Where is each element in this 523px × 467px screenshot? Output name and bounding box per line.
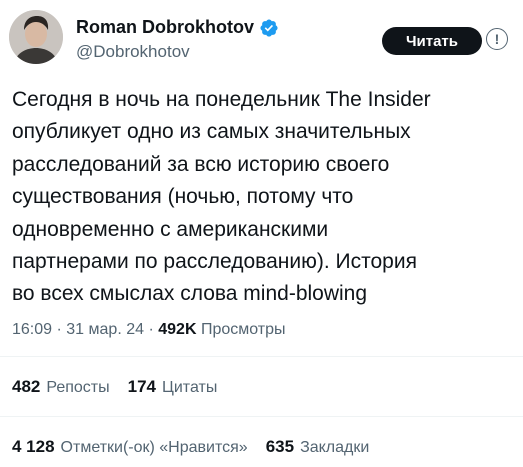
tweet-card: Roman Dobrokhotov @Dobrokhotov Читать ! … <box>0 0 523 467</box>
tweet-line: одновременно с американскими <box>12 217 329 241</box>
author-handle[interactable]: @Dobrokhotov <box>76 42 190 62</box>
tweet-date[interactable]: 31 мар. 24 <box>66 321 144 338</box>
avatar-photo <box>9 10 63 64</box>
bookmarks-label: Закладки <box>300 439 370 456</box>
tweet-text: Сегодня в ночь на понедельник The Inside… <box>12 84 518 311</box>
views-count: 492K <box>158 321 197 338</box>
reposts-stat[interactable]: 482 Репосты <box>12 377 110 397</box>
tweet-line: партнерами по расследованию). История <box>12 250 417 274</box>
divider <box>0 356 523 357</box>
author-display-name[interactable]: Roman Dobrokhotov <box>76 17 254 38</box>
quotes-label: Цитаты <box>162 379 218 396</box>
stats-row-reposts: 482 Репосты 174 Цитаты <box>12 377 235 397</box>
tweet-line: существования (ночью, потому что <box>12 185 354 209</box>
follow-button[interactable]: Читать <box>382 27 482 55</box>
tweet-time[interactable]: 16:09 <box>12 321 52 338</box>
likes-count: 4 128 <box>12 437 55 456</box>
reposts-label: Репосты <box>46 379 110 396</box>
meta-separator: · <box>56 321 62 338</box>
tweet-line: во всех смыслах слова mind-blowing <box>12 282 368 306</box>
author-name-row: Roman Dobrokhotov <box>76 17 279 38</box>
tweet-line: Сегодня в ночь на понедельник The Inside… <box>12 88 431 111</box>
meta-separator: · <box>148 321 154 338</box>
tweet-line: опубликует одно из самых значительных <box>12 120 411 144</box>
views-label: Просмотры <box>200 321 286 338</box>
tweet-line: расследований за всю историю своего <box>12 152 390 176</box>
likes-stat[interactable]: 4 128 Отметки(-ок) «Нравится» <box>12 437 248 457</box>
quotes-count: 174 <box>127 377 157 396</box>
bookmarks-count: 635 <box>265 437 295 456</box>
bookmarks-stat[interactable]: 635 Закладки <box>266 437 370 457</box>
likes-label: Отметки(-ок) «Нравится» <box>60 439 248 456</box>
info-icon[interactable]: ! <box>486 28 508 50</box>
verified-badge-icon <box>260 18 278 37</box>
tweet-meta: 16:09 · 31 мар. 24 · 492K Просмотры <box>12 321 286 339</box>
stats-row-likes: 4 128 Отметки(-ок) «Нравится» 635 Заклад… <box>12 437 387 457</box>
avatar[interactable] <box>9 10 63 64</box>
divider <box>0 416 523 417</box>
quotes-stat[interactable]: 174 Цитаты <box>128 377 218 397</box>
reposts-count: 482 <box>12 377 41 396</box>
